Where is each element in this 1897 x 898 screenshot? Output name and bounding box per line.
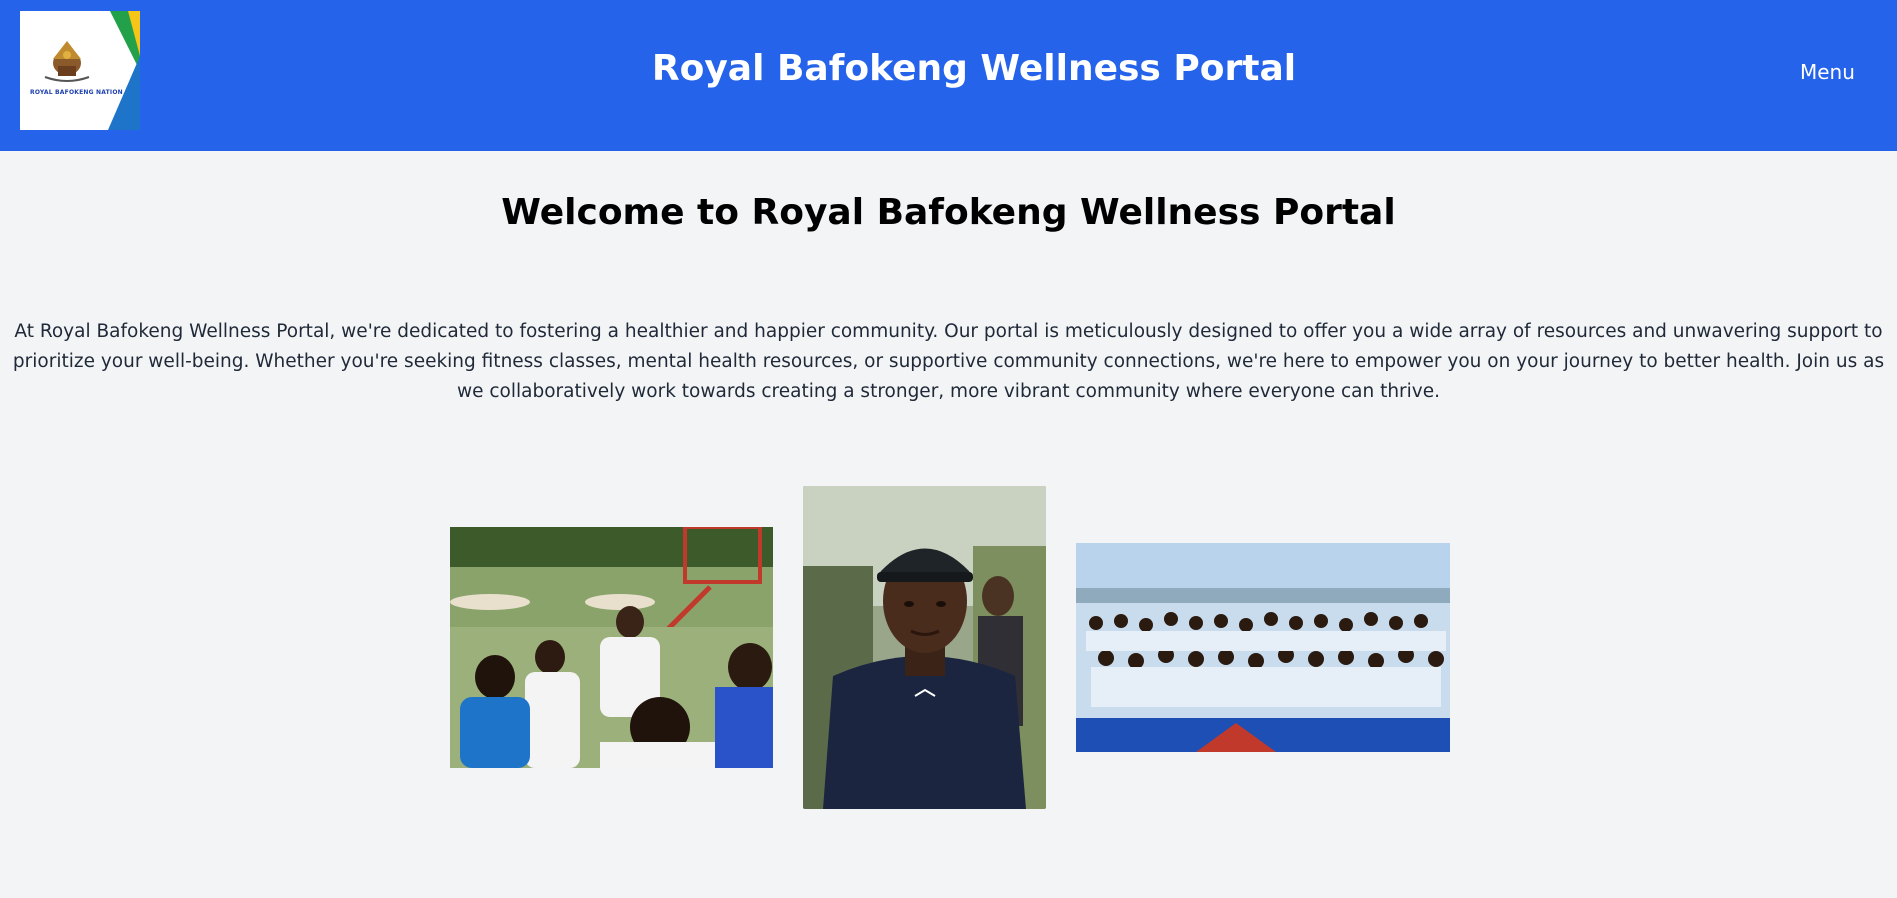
community-group-celebration-photo: [1076, 543, 1450, 752]
welcome-heading: Welcome to Royal Bafokeng Wellness Porta…: [501, 192, 1396, 233]
man-in-cap-portrait-photo: [803, 486, 1046, 809]
site-header: ROYAL BAFOKENG NATION Royal Bafokeng Wel…: [0, 0, 1897, 151]
site-title: Royal Bafokeng Wellness Portal: [651, 48, 1297, 89]
basketball-team-huddle-photo: [450, 527, 773, 768]
intro-paragraph: At Royal Bafokeng Wellness Portal, we're…: [12, 321, 1885, 402]
logo-text: ROYAL BAFOKENG NATION: [30, 89, 123, 96]
menu-button[interactable]: Menu: [1800, 60, 1855, 84]
